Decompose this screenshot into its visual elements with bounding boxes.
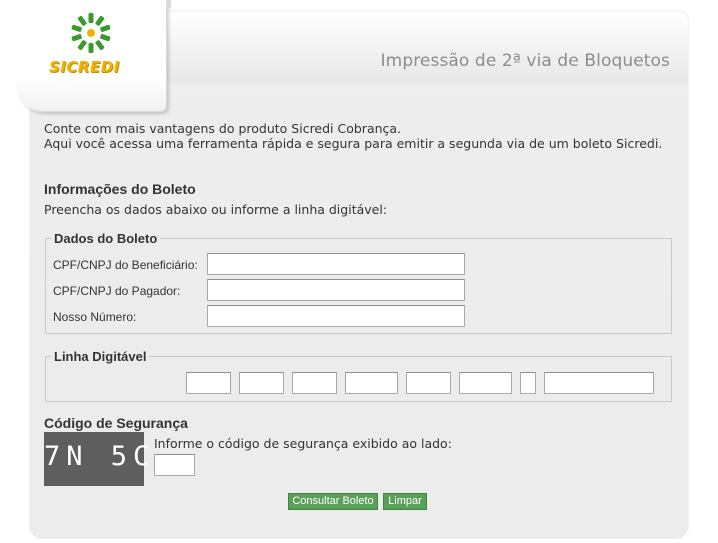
security-code-input[interactable]: [154, 454, 195, 476]
dados-boleto-legend: Dados do Boleto: [51, 231, 161, 246]
intro-line-2: Aqui você acessa uma ferramenta rápida e…: [44, 136, 663, 151]
limpar-button[interactable]: Limpar: [383, 493, 427, 510]
cpf-pagador-label: CPF/CNPJ do Pagador:: [53, 284, 181, 298]
intro-text: Conte com mais vantagens do produto Sicr…: [44, 121, 662, 151]
logo-wordmark: SICREDI: [49, 58, 120, 76]
linha-digitavel-segment-6[interactable]: [459, 372, 512, 394]
sicredi-logo-icon: [71, 13, 111, 53]
linha-digitavel-segment-1[interactable]: [186, 372, 231, 394]
linha-digitavel-segment-8[interactable]: [544, 372, 654, 394]
nosso-numero-input[interactable]: [207, 305, 465, 327]
intro-line-1: Conte com mais vantagens do produto Sicr…: [44, 121, 402, 136]
captcha-image: 7N 5C: [44, 432, 156, 486]
linha-digitavel-segment-7[interactable]: [520, 372, 536, 394]
boleto-info-title: Informações do Boleto: [44, 181, 196, 197]
consultar-boleto-button[interactable]: Consultar Boleto: [288, 493, 378, 510]
page-title: Impressão de 2ª via de Bloquetos: [380, 51, 670, 71]
linha-digitavel-segment-4[interactable]: [345, 372, 398, 394]
cpf-beneficiario-input[interactable]: [207, 253, 465, 275]
linha-digitavel-segment-5[interactable]: [406, 372, 451, 394]
header-bar: [160, 12, 688, 84]
nosso-numero-label: Nosso Número:: [53, 310, 137, 324]
captcha-text: 7N 5C: [44, 441, 156, 472]
logo-tab: SICREDI: [17, 0, 171, 112]
security-title: Código de Segurança: [44, 415, 188, 431]
linha-digitavel-segment-3[interactable]: [292, 372, 337, 394]
linha-digitavel-segment-2[interactable]: [239, 372, 284, 394]
cpf-beneficiario-label: CPF/CNPJ do Beneficiário:: [53, 258, 198, 272]
linha-digitavel-legend: Linha Digitável: [51, 349, 150, 364]
security-instruction: Informe o código de segurança exibido ao…: [154, 436, 452, 451]
boleto-info-subtitle: Preencha os dados abaixo ou informe a li…: [44, 202, 388, 217]
cpf-pagador-input[interactable]: [207, 279, 465, 301]
